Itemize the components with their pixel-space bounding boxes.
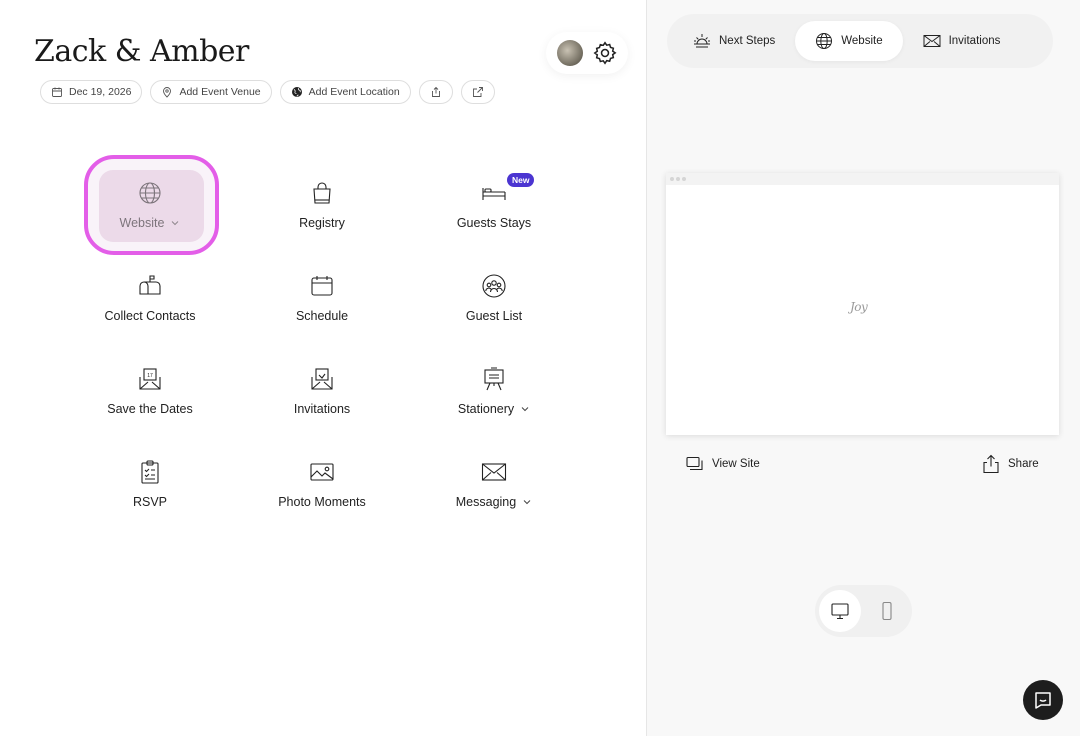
feature-grid: Website Registry New Guests Stays Collec… (64, 168, 582, 540)
mobile-view-button[interactable] (867, 590, 909, 632)
invitation-envelope-icon (311, 368, 333, 390)
share-event-button[interactable] (418, 80, 453, 104)
tile-rsvp-label: RSVP (132, 495, 168, 509)
tab-invitations[interactable]: Invitations (903, 21, 1021, 61)
tab-website[interactable]: Website (795, 21, 903, 61)
people-group-icon (482, 274, 506, 298)
tile-photo-moments[interactable]: Photo Moments (236, 447, 408, 540)
share-icon (983, 454, 999, 474)
tile-website-label: Website (119, 216, 165, 230)
earth-icon (291, 87, 302, 97)
tile-guest-stays[interactable]: New Guests Stays (408, 168, 580, 261)
sunrise-icon (694, 34, 710, 48)
mailbox-icon (139, 275, 161, 295)
chat-icon (1035, 692, 1051, 709)
bed-icon (482, 188, 506, 200)
tab-website-label: Website (841, 35, 883, 47)
tile-invitations-label: Invitations (293, 402, 351, 416)
mobile-icon (882, 601, 892, 621)
date-chip[interactable]: Dec 19, 2026 (40, 80, 143, 104)
tab-invitations-label: Invitations (948, 35, 1001, 47)
tile-photo-moments-label: Photo Moments (278, 495, 366, 509)
view-site-button[interactable]: View Site (686, 456, 760, 472)
photo-icon (310, 463, 334, 481)
browser-bar (666, 173, 1059, 185)
chevron-down-icon (523, 500, 531, 505)
tile-save-the-dates-label: Save the Dates (107, 402, 193, 416)
top-actions (546, 32, 628, 74)
share-button[interactable]: Share (982, 454, 1039, 474)
map-pin-icon (163, 87, 172, 98)
tile-stationery-label: Stationery (457, 402, 515, 416)
event-title: Zack & Amber (34, 34, 249, 69)
preview-tabs: Next Steps Website Invitations (667, 14, 1053, 68)
open-external-button[interactable] (460, 80, 495, 104)
calendar-icon (52, 87, 62, 97)
new-badge: New (507, 173, 535, 187)
tile-guest-list[interactable]: Guest List (408, 261, 580, 354)
location-chip[interactable]: Add Event Location (279, 80, 411, 104)
tile-schedule[interactable]: Schedule (236, 261, 408, 354)
tile-rsvp[interactable]: RSVP (64, 447, 236, 540)
globe-icon (139, 182, 161, 204)
dashboard-panel: Zack & Amber Dec 19, 2026 Add Event Venu… (0, 0, 646, 736)
envelope-icon (481, 463, 507, 481)
location-chip-label: Add Event Location (308, 86, 400, 98)
tile-guest-list-label: Guest List (465, 309, 523, 323)
share-label: Share (1008, 458, 1039, 470)
website-preview[interactable]: Joy (666, 173, 1059, 435)
tab-next-steps-label: Next Steps (719, 35, 776, 47)
envelope-icon (923, 35, 941, 47)
tile-registry[interactable]: Registry (236, 168, 408, 261)
globe-icon (816, 33, 833, 49)
tile-collect-contacts-label: Collect Contacts (104, 309, 196, 323)
tile-guest-stays-label: Guests Stays (456, 216, 532, 230)
preview-panel: Next Steps Website Invitations Joy View … (647, 0, 1080, 736)
avatar[interactable] (556, 40, 583, 66)
desktop-icon (831, 603, 849, 620)
calendar-icon (311, 276, 333, 296)
tile-registry-label: Registry (299, 216, 345, 230)
joy-logo: Joy (850, 300, 868, 314)
tile-website[interactable]: Website (64, 168, 236, 261)
chevron-down-icon (521, 407, 529, 412)
tile-schedule-label: Schedule (295, 309, 349, 323)
tile-invitations[interactable]: Invitations (236, 354, 408, 447)
save-the-date-envelope-icon: 17 (139, 368, 161, 390)
view-site-icon (686, 456, 703, 471)
view-site-label: View Site (712, 458, 760, 470)
shopping-bag-icon (313, 182, 331, 204)
tile-messaging[interactable]: Messaging (408, 447, 580, 540)
clipboard-checklist-icon (141, 460, 159, 484)
external-link-icon (472, 87, 483, 97)
svg-text:17: 17 (147, 373, 153, 379)
tile-stationery[interactable]: Stationery (408, 354, 580, 447)
device-toggle (815, 585, 912, 637)
easel-icon (484, 367, 504, 391)
event-chips: Dec 19, 2026 Add Event Venue Add Event L… (40, 80, 495, 104)
share-icon (431, 86, 440, 97)
tile-messaging-label: Messaging (455, 495, 517, 509)
gear-icon[interactable] (592, 40, 618, 66)
chat-support-button[interactable] (1023, 680, 1063, 720)
date-chip-label: Dec 19, 2026 (69, 86, 132, 98)
chevron-down-icon (172, 221, 179, 226)
tab-next-steps[interactable]: Next Steps (673, 21, 795, 61)
venue-chip-label: Add Event Venue (179, 86, 261, 98)
desktop-view-button[interactable] (819, 590, 861, 632)
tile-collect-contacts[interactable]: Collect Contacts (64, 261, 236, 354)
tile-save-the-dates[interactable]: 17 Save the Dates (64, 354, 236, 447)
venue-chip[interactable]: Add Event Venue (150, 80, 272, 104)
